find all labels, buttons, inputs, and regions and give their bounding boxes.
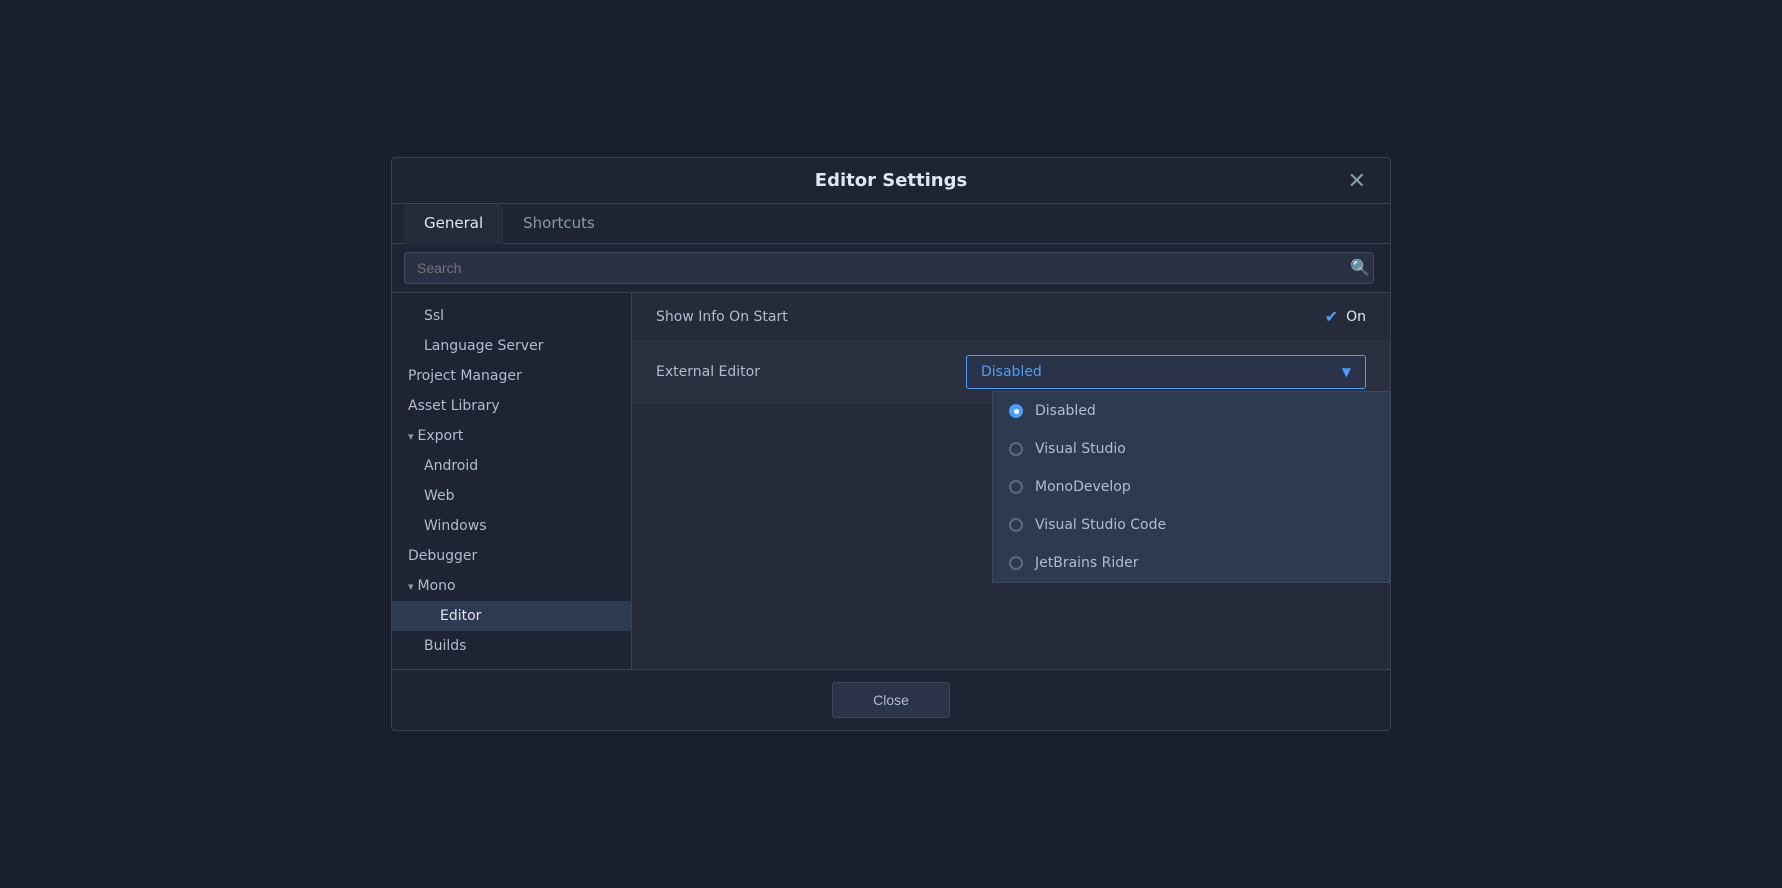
dropdown-arrow-icon: ▼ xyxy=(1342,365,1351,379)
tab-shortcuts[interactable]: Shortcuts xyxy=(503,204,615,244)
sidebar-item-android[interactable]: Android xyxy=(392,451,631,481)
radio-jetbrains-icon xyxy=(1009,556,1023,570)
setting-row-show-info: Show Info On Start ✔ On xyxy=(632,293,1390,341)
editor-settings-dialog: Editor Settings ✕ General Shortcuts 🔍 Ss… xyxy=(391,157,1391,731)
footer: Close xyxy=(392,669,1390,730)
checkbox-checked-icon: ✔ xyxy=(1325,307,1338,326)
dropdown-option-visual-studio-label: Visual Studio xyxy=(1035,441,1126,457)
dropdown-option-monodevelop[interactable]: MonoDevelop xyxy=(993,468,1389,506)
main-content: Show Info On Start ✔ On External Editor … xyxy=(632,293,1390,669)
radio-visual-studio-icon xyxy=(1009,442,1023,456)
search-bar: 🔍 xyxy=(392,244,1390,293)
radio-vscode-icon xyxy=(1009,518,1023,532)
tab-general[interactable]: General xyxy=(404,204,503,244)
dropdown-option-monodevelop-label: MonoDevelop xyxy=(1035,479,1131,495)
external-editor-label: External Editor xyxy=(656,364,966,380)
dropdown-option-visual-studio[interactable]: Visual Studio xyxy=(993,430,1389,468)
radio-disabled-icon xyxy=(1009,404,1023,418)
sidebar-item-web[interactable]: Web xyxy=(392,481,631,511)
sidebar-item-ssl[interactable]: Ssl xyxy=(392,301,631,331)
sidebar-item-mono[interactable]: ▾ Mono xyxy=(392,571,631,601)
title-bar: Editor Settings ✕ xyxy=(392,158,1390,204)
show-info-value: On xyxy=(1346,309,1366,325)
show-info-label: Show Info On Start xyxy=(656,309,1325,325)
radio-monodevelop-icon xyxy=(1009,480,1023,494)
dropdown-selected-value: Disabled xyxy=(981,364,1042,380)
sidebar-item-builds[interactable]: Builds xyxy=(392,631,631,661)
sidebar-item-debugger[interactable]: Debugger xyxy=(392,541,631,571)
sidebar: Ssl Language Server Project Manager Asse… xyxy=(392,293,632,669)
dropdown-option-jetbrains[interactable]: JetBrains Rider xyxy=(993,544,1389,582)
sidebar-item-export[interactable]: ▾ Export xyxy=(392,421,631,451)
mono-chevron-icon: ▾ xyxy=(408,580,414,593)
dropdown-option-vscode[interactable]: Visual Studio Code xyxy=(993,506,1389,544)
dropdown-option-jetbrains-label: JetBrains Rider xyxy=(1035,555,1139,571)
dropdown-option-disabled[interactable]: Disabled xyxy=(993,392,1389,430)
external-editor-dropdown[interactable]: Disabled ▼ xyxy=(966,355,1366,389)
close-dialog-button[interactable]: Close xyxy=(832,682,950,718)
content-area: Ssl Language Server Project Manager Asse… xyxy=(392,293,1390,669)
dropdown-option-vscode-label: Visual Studio Code xyxy=(1035,517,1166,533)
search-icon-button[interactable]: 🔍 xyxy=(1342,254,1378,282)
sidebar-item-windows[interactable]: Windows xyxy=(392,511,631,541)
dialog-title: Editor Settings xyxy=(815,170,967,191)
tabs-bar: General Shortcuts xyxy=(392,204,1390,244)
dropdown-option-disabled-label: Disabled xyxy=(1035,403,1096,419)
export-chevron-icon: ▾ xyxy=(408,430,414,443)
sidebar-item-language-server[interactable]: Language Server xyxy=(392,331,631,361)
show-info-control[interactable]: ✔ On xyxy=(1325,307,1366,326)
sidebar-item-project-manager[interactable]: Project Manager xyxy=(392,361,631,391)
sidebar-item-editor[interactable]: Editor xyxy=(392,601,631,631)
search-input[interactable] xyxy=(404,252,1374,284)
window-close-button[interactable]: ✕ xyxy=(1340,166,1374,196)
external-editor-dropdown-menu: Disabled Visual Studio MonoDevelop Visua… xyxy=(992,391,1390,583)
sidebar-item-asset-library[interactable]: Asset Library xyxy=(392,391,631,421)
